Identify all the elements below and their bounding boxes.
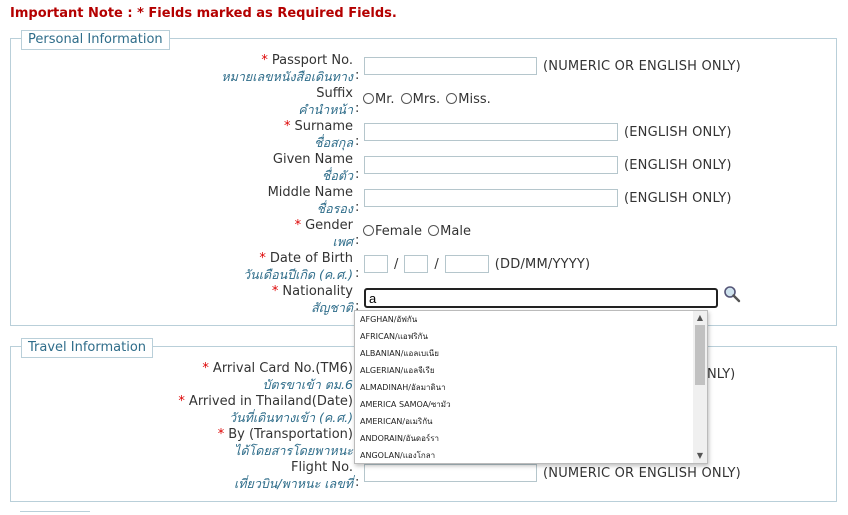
dropdown-item[interactable]: ANDORAIN/อันดอร์รา [355, 430, 707, 447]
dropdown-item[interactable]: ANGOLAN/แองโกลา [355, 447, 707, 463]
date-separator: / [434, 256, 439, 272]
colon: : [355, 68, 360, 83]
flight-no-hint: (NUMERIC OR ENGLISH ONLY) [543, 465, 741, 481]
personal-information-legend: Personal Information [21, 30, 170, 50]
arrival-card-hint-clipped: NLY) [707, 367, 736, 382]
colon: : [355, 101, 360, 116]
scroll-up-arrow-icon[interactable]: ▲ [693, 311, 707, 325]
search-lookup-icon[interactable] [723, 285, 741, 303]
required-mark: * [178, 394, 185, 409]
flight-no-label-thai: เที่ยวบิน/พาหนะ เลขที่ [234, 476, 353, 491]
suffix-mr-radio[interactable] [363, 93, 374, 104]
arrival-card-label-thai: บัตรขาเข้า ตม.6 [262, 377, 353, 392]
colon: : [355, 233, 360, 248]
gender-label-thai: เพศ [332, 234, 353, 249]
suffix-mrs-label: Mrs. [412, 92, 441, 107]
nationality-dropdown[interactable]: AFGHAN/อัฟกัน AFRICAN/แอฟริกัน ALBANIAN/… [354, 310, 708, 464]
suffix-row: Suffix คำนำหน้า : Mr. Mrs. Miss. [11, 85, 831, 118]
passport-label-thai: หมายเลขหนังสือเดินทาง [221, 69, 353, 84]
gender-female-label: Female [375, 224, 423, 239]
transportation-label-thai: ได้โดยสารโดยพาหนะ [234, 443, 353, 458]
flight-no-input[interactable] [364, 464, 537, 482]
date-separator: / [394, 256, 399, 272]
date-of-birth-row: * Date of Birth วันเดือนปีเกิด (ค.ศ.) : / /… [11, 250, 831, 283]
scroll-thumb[interactable] [695, 325, 705, 385]
required-mark: * [284, 119, 291, 134]
middle-name-input[interactable] [364, 189, 618, 207]
personal-information-section: Personal Information * Passport No. หมายเล… [10, 30, 837, 326]
flight-no-label: Flight No. [290, 460, 353, 475]
given-name-row: Given Name ชื่อตัว : (ENGLISH ONLY) [11, 151, 831, 184]
arrival-date-label-thai: วันที่เดินทางเข้า (ค.ศ.) [229, 410, 353, 425]
colon: : [355, 475, 360, 490]
dropdown-item[interactable]: AMERICAN/อเมริกัน [355, 413, 707, 430]
gender-row: * Gender เพศ : Female Male [11, 217, 831, 250]
nationality-input[interactable] [364, 288, 718, 308]
middle-name-row: Middle Name ชื่อรอง : (ENGLISH ONLY) [11, 184, 831, 217]
given-name-hint: (ENGLISH ONLY) [624, 157, 732, 173]
suffix-label: Suffix [316, 86, 353, 101]
dob-month-input[interactable] [404, 255, 429, 273]
colon: : [355, 134, 360, 149]
suffix-miss-radio[interactable] [446, 93, 458, 104]
gender-male-label: Male [440, 224, 471, 239]
required-mark: * [271, 284, 279, 299]
passport-hint: (NUMERIC OR ENGLISH ONLY) [543, 58, 741, 74]
transportation-label: By (Transportation) [228, 427, 353, 442]
dropdown-item[interactable]: AFGHAN/อัฟกัน [355, 311, 707, 328]
dropdown-item[interactable]: AMERICA SAMOA/ซามัว [355, 396, 707, 413]
given-name-label: Given Name [272, 152, 353, 167]
surname-row: * Surname ชื่อสกุล : (ENGLISH ONLY) [11, 118, 831, 151]
date-of-birth-hint: (DD/MM/YYYY) [494, 256, 591, 272]
required-mark: * [294, 218, 302, 233]
passport-row: * Passport No. หมายเลขหนังสือเดินทาง : (NU… [11, 52, 831, 85]
dropdown-item[interactable]: ALMADINAH/อัลมาดินา [355, 379, 707, 396]
dropdown-item[interactable]: ALBANIAN/แอลเบเนีย [355, 345, 707, 362]
next-section-edge [20, 511, 90, 515]
dob-day-input[interactable] [364, 255, 388, 273]
required-mark: * [261, 53, 268, 68]
given-name-input[interactable] [364, 156, 618, 174]
middle-name-label: Middle Name [267, 185, 353, 200]
passport-input[interactable] [364, 57, 537, 75]
dropdown-item[interactable]: AFRICAN/แอฟริกัน [355, 328, 707, 345]
travel-information-legend: Travel Information [21, 338, 154, 358]
middle-name-label-thai: ชื่อรอง [316, 201, 353, 216]
surname-label-thai: ชื่อสกุล [314, 135, 353, 150]
dropdown-scrollbar[interactable]: ▲ ▼ [693, 311, 707, 463]
suffix-label-thai: คำนำหน้า [298, 102, 353, 117]
passport-label: Passport No. [271, 53, 353, 68]
colon: : [355, 200, 360, 215]
gender-male-radio[interactable] [428, 225, 440, 236]
required-mark: * [217, 427, 225, 442]
date-of-birth-label-thai: วันเดือนปีเกิด (ค.ศ.) [243, 267, 353, 282]
arrival-card-label: Arrival Card No.(TM6) [212, 361, 353, 376]
suffix-miss-label: Miss. [458, 92, 491, 107]
colon: : [355, 266, 360, 281]
scroll-down-arrow-icon[interactable]: ▼ [693, 449, 707, 463]
date-of-birth-label: Date of Birth [269, 251, 353, 266]
gender-female-radio[interactable] [363, 225, 374, 236]
surname-input[interactable] [364, 123, 618, 141]
dropdown-item[interactable]: ALGERIAN/แอลจีเรีย [355, 362, 707, 379]
arrival-date-label: Arrived in Thailand(Date) [188, 394, 353, 409]
gender-label: Gender [305, 218, 353, 233]
surname-hint: (ENGLISH ONLY) [624, 124, 732, 140]
suffix-mrs-radio[interactable] [400, 93, 412, 104]
nationality-label-thai: สัญชาติ [311, 300, 353, 315]
colon: : [355, 167, 360, 182]
given-name-label-thai: ชื่อตัว [321, 168, 353, 183]
required-mark: * [202, 361, 209, 376]
nationality-label: Nationality [282, 284, 353, 299]
dob-year-input[interactable] [444, 255, 489, 273]
suffix-mr-label: Mr. [375, 92, 395, 107]
surname-label: Surname [294, 119, 353, 134]
important-note: Important Note : * Fields marked as Requ… [10, 6, 397, 21]
required-mark: * [259, 251, 266, 266]
middle-name-hint: (ENGLISH ONLY) [624, 190, 732, 206]
